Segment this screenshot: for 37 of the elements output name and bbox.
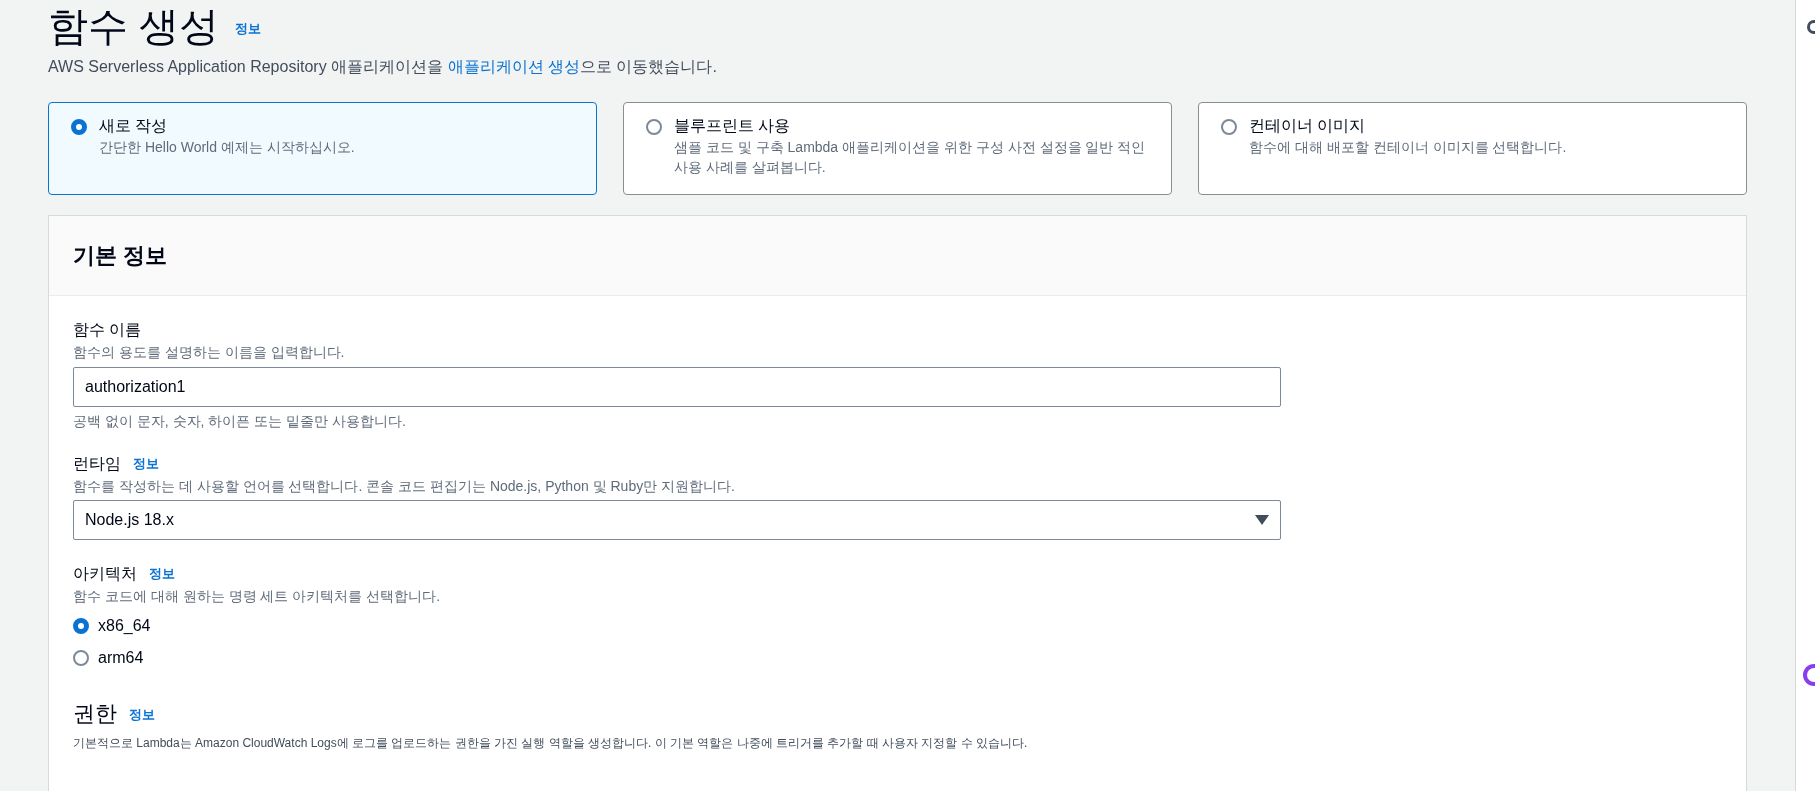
radio-label: x86_64	[98, 616, 151, 636]
function-name-input[interactable]: authorization1	[73, 367, 1281, 407]
runtime-select[interactable]: Node.js 18.x	[73, 500, 1281, 540]
caret-down-icon	[1255, 515, 1269, 525]
radio-button[interactable]	[73, 618, 89, 634]
info-link[interactable]: 정보	[133, 454, 159, 474]
radio-button[interactable]	[71, 119, 87, 135]
page-title: 함수 생성	[48, 3, 220, 50]
field-description: 함수 코드에 대해 원하는 명령 세트 아키텍처를 선택합니다.	[73, 587, 442, 606]
creation-option-card[interactable]: 블루프린트 사용 샘플 코드 및 구축 Lambda 애플리케이션을 위한 구성 사전 설정을 일반 적인 사용 사례를 살펴봅니다.	[623, 102, 1172, 195]
field-description: 함수를 작성하는 데 사용할 언어를 선택합니다. 콘솔 코드 편집기는 Node.js, Python 및 Ruby만 지원합니다.	[73, 477, 736, 496]
option-description: 간단한 Hello World 예제는 시작하십시오.	[99, 138, 355, 157]
radio-button[interactable]	[1221, 119, 1237, 135]
field-description: 함수의 용도를 설명하는 이름을 입력합니다.	[73, 343, 346, 362]
option-title: 새로 작성	[99, 116, 169, 136]
section-description: 기본적으로 Lambda는 Amazon CloudWatch Logs에 로그를 업로드하는 권한을 가진 실행 역할을 생성합니다. 이 기본 역할은 나중에 트리거를 추가할 때 사용자 지정할 수 있습니다.	[73, 735, 1029, 752]
field-label: 아키텍처	[73, 564, 137, 584]
radio-button[interactable]	[73, 650, 89, 666]
radio-label: arm64	[98, 648, 144, 668]
info-link[interactable]: 정보	[129, 707, 155, 722]
section-title: 권한	[73, 700, 117, 728]
field-label: 함수 이름	[73, 320, 143, 340]
creation-option-card[interactable]: 컨테이너 이미지 함수에 대해 배포할 컨테이너 이미지를 선택합니다.	[1198, 102, 1747, 195]
option-description: 함수에 대해 배포할 컨테이너 이미지를 선택합니다.	[1249, 138, 1567, 157]
notice-text: AWS Serverless Application Repository 애플리케이션을 애플리케이션 생성으로 이동했습니다.	[48, 57, 718, 77]
creation-option-card[interactable]: 새로 작성 간단한 Hello World 예제는 시작하십시오.	[48, 102, 597, 195]
field-label: 런타임	[73, 454, 121, 474]
radio-button[interactable]	[646, 119, 662, 135]
ring-icon[interactable]	[1803, 664, 1815, 686]
info-link[interactable]: 정보	[235, 21, 262, 36]
info-link[interactable]: 정보	[149, 564, 175, 584]
option-title: 블루프린트 사용	[674, 116, 792, 136]
field-hint: 공백 없이 문자, 숫자, 하이픈 또는 밑줄만 사용합니다.	[73, 412, 407, 431]
option-title: 컨테이너 이미지	[1249, 116, 1367, 136]
create-application-link[interactable]: 애플리케이션 생성	[447, 58, 580, 75]
option-description: 샘플 코드 및 구축 Lambda 애플리케이션을 위한 구성 사전 설정을 일반 적인 사용 사례를 살펴봅니다.	[674, 138, 1147, 177]
panel-title: 기본 정보	[73, 242, 168, 270]
